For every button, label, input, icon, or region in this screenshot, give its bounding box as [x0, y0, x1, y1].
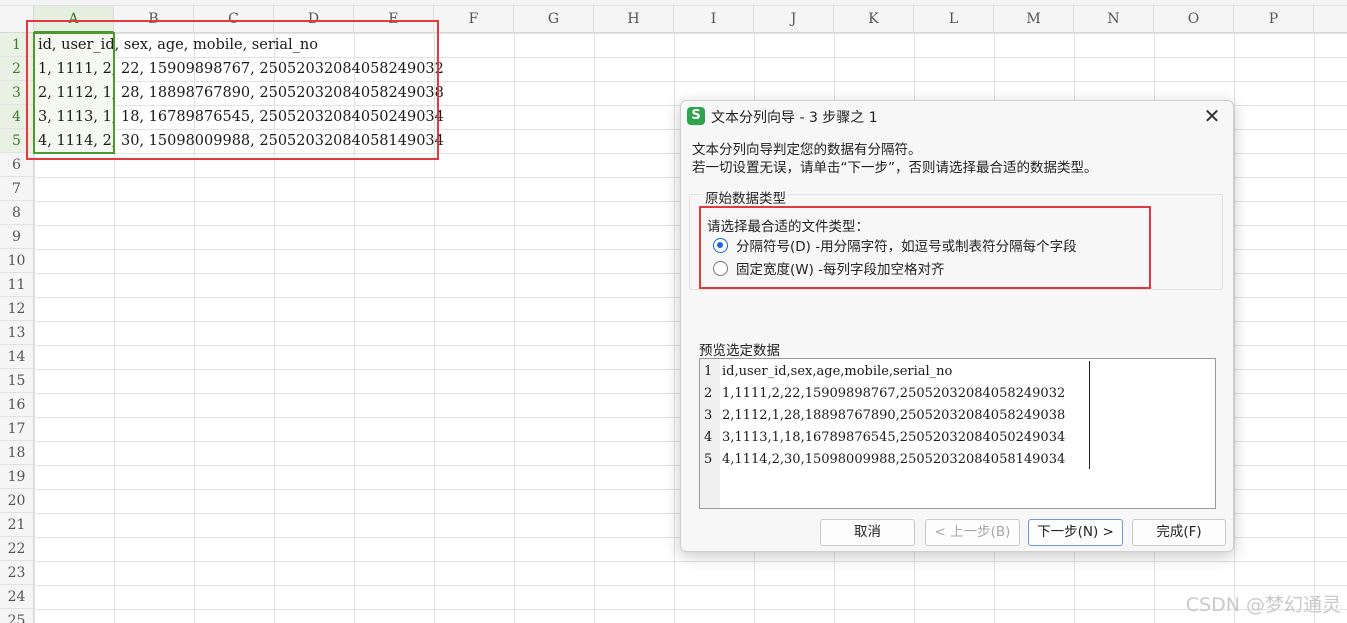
- column-header[interactable]: P: [1234, 6, 1314, 33]
- preview-line-text: 4,1114,2,30,15098009988,2505203208405814…: [722, 452, 1066, 467]
- preview-line-number: 2: [704, 386, 713, 401]
- column-header[interactable]: H: [594, 6, 674, 33]
- preview-line-number: 3: [704, 408, 713, 423]
- column-header[interactable]: M: [994, 6, 1074, 33]
- row-header[interactable]: 17: [0, 417, 34, 441]
- preview-line-text: id,user_id,sex,age,mobile,serial_no: [722, 364, 953, 379]
- preview-column-divider: [1089, 361, 1090, 469]
- column-header[interactable]: J: [754, 6, 834, 33]
- row-header[interactable]: 25: [0, 609, 34, 623]
- choose-file-type-label: 请选择最合适的文件类型：: [707, 219, 869, 235]
- intro-line-1: 文本分列向导判定您的数据有分隔符。: [692, 142, 922, 158]
- watermark: CSDN @梦幻通灵: [1185, 594, 1341, 616]
- fixed-width-option-label: 固定宽度(W) -每列字段加空格对齐: [736, 262, 945, 278]
- cancel-button[interactable]: 取消: [820, 519, 915, 546]
- fixed-width-radio[interactable]: [713, 260, 728, 276]
- column-header[interactable]: K: [834, 6, 914, 33]
- row-header[interactable]: 10: [0, 249, 34, 273]
- intro-line-2: 若一切设置无误，请单击“下一步”，否则请选择最合适的数据类型。: [692, 160, 1098, 176]
- preview-title: 预览选定数据: [699, 343, 780, 359]
- wps-app-icon: S: [687, 107, 705, 125]
- next-step-button[interactable]: 下一步(N) >: [1028, 519, 1123, 546]
- column-header[interactable]: G: [514, 6, 594, 33]
- preview-line-text: 3,1113,1,18,16789876545,2505203208405024…: [722, 430, 1066, 445]
- finish-button[interactable]: 完成(F): [1132, 519, 1226, 546]
- close-icon[interactable]: ✕: [1201, 105, 1223, 127]
- row-header[interactable]: 22: [0, 537, 34, 561]
- delimited-option-label: 分隔符号(D) -用分隔字符，如逗号或制表符分隔每个字段: [736, 239, 1077, 255]
- preview-area[interactable]: 1 id,user_id,sex,age,mobile,serial_no 2 1,1…: [699, 358, 1216, 509]
- row-header[interactable]: 9: [0, 225, 34, 249]
- row-header[interactable]: 14: [0, 345, 34, 369]
- column-header[interactable]: I: [674, 6, 754, 33]
- preview-line-number: 5: [704, 452, 713, 467]
- row-header[interactable]: 12: [0, 297, 34, 321]
- row-header[interactable]: 21: [0, 513, 34, 537]
- column-header[interactable]: L: [914, 6, 994, 33]
- row-header[interactable]: 20: [0, 489, 34, 513]
- row-header[interactable]: 13: [0, 321, 34, 345]
- preview-line-number: 1: [704, 364, 713, 379]
- fixed-width-option[interactable]: 固定宽度(W) -每列字段加空格对齐: [713, 258, 945, 278]
- delimited-radio[interactable]: [713, 237, 728, 253]
- delimited-option[interactable]: 分隔符号(D) -用分隔字符，如逗号或制表符分隔每个字段: [713, 235, 1077, 255]
- row-header[interactable]: 19: [0, 465, 34, 489]
- dialog-title: 文本分列向导 - 3 步骤之 1: [711, 110, 878, 126]
- dialog-title-bar[interactable]: S 文本分列向导 - 3 步骤之 1 ✕: [681, 101, 1233, 131]
- data-type-group-title: 原始数据类型: [703, 187, 788, 207]
- row-header[interactable]: 7: [0, 177, 34, 201]
- column-header[interactable]: O: [1154, 6, 1234, 33]
- preview-line-number: 4: [704, 430, 713, 445]
- row-header[interactable]: 16: [0, 393, 34, 417]
- column-header[interactable]: N: [1074, 6, 1154, 33]
- row-header[interactable]: 8: [0, 201, 34, 225]
- prev-step-button[interactable]: < 上一步(B): [925, 519, 1020, 546]
- row-header[interactable]: 18: [0, 441, 34, 465]
- row-header[interactable]: 23: [0, 561, 34, 585]
- preview-line-text: 1,1111,2,22,15909898767,2505203208405824…: [722, 386, 1066, 401]
- row-header[interactable]: 15: [0, 369, 34, 393]
- text-to-columns-wizard-dialog: S 文本分列向导 - 3 步骤之 1 ✕ 文本分列向导判定您的数据有分隔符。 若…: [680, 100, 1234, 552]
- preview-line-text: 2,1112,1,28,18898767890,2505203208405824…: [722, 408, 1066, 423]
- row-header[interactable]: 24: [0, 585, 34, 609]
- column-header[interactable]: F: [434, 6, 514, 33]
- column-a-selected-outline: [33, 32, 115, 154]
- row-header[interactable]: 11: [0, 273, 34, 297]
